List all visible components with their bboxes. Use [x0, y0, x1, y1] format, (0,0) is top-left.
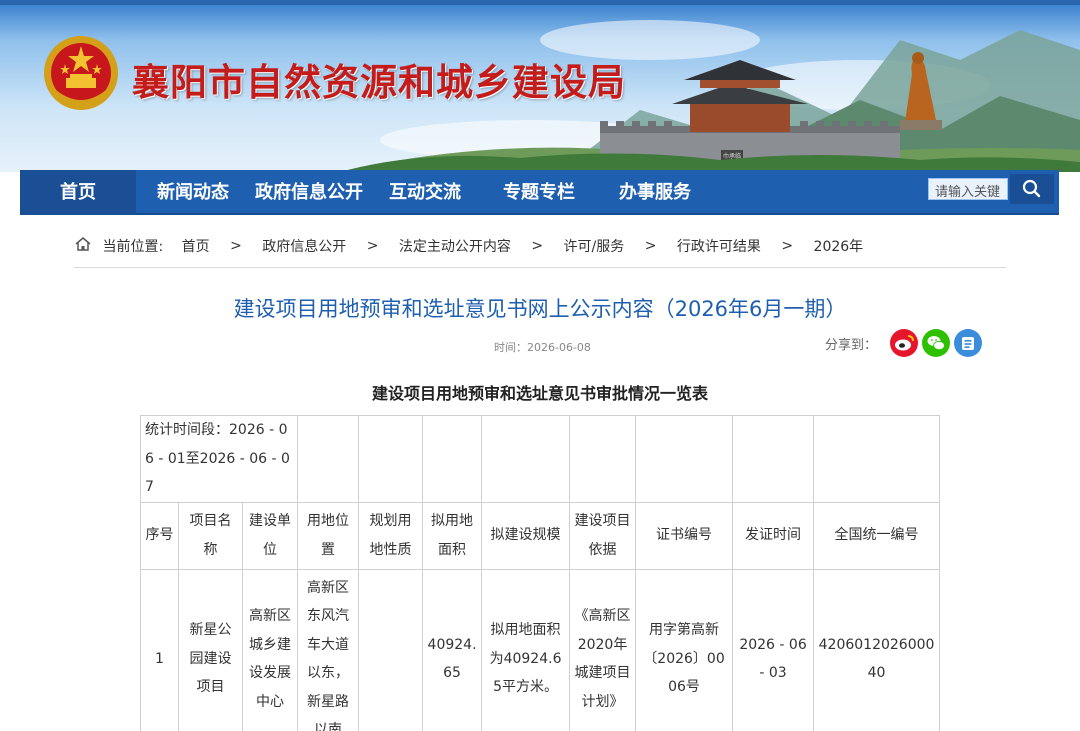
cell-index: 1	[140, 568, 179, 731]
breadcrumb-home[interactable]: 首页	[182, 236, 210, 256]
table-cell	[635, 415, 734, 503]
search-icon	[1022, 179, 1041, 198]
column-header: 项目名称	[178, 501, 243, 570]
table-cell	[358, 415, 424, 503]
breadcrumb: 当前位置: 首页 > 政府信息公开 > 法定主动公开内容 > 许可/服务 > 行…	[74, 236, 863, 260]
column-header: 序号	[140, 501, 179, 570]
cell-location: 高新区东风汽车大道以东，新星路以南	[297, 568, 360, 731]
cell-project-name: 新星公园建设项目	[178, 568, 243, 731]
table-cell	[422, 415, 483, 503]
breadcrumb-divider	[74, 267, 1006, 268]
table-cell	[813, 415, 941, 503]
nav-item-news[interactable]: 新闻动态	[140, 170, 246, 215]
column-header: 全国统一编号	[813, 501, 941, 570]
site-title: 襄阳市自然资源和城乡建设局	[132, 60, 626, 104]
table-header-row: 序号 项目名称 建设单位 用地位置 规划用地性质 拟用地面积 拟建设规模 建设项…	[140, 501, 941, 570]
breadcrumb-permit-results[interactable]: 行政许可结果	[677, 236, 761, 256]
article-time: 时间：2026-06-08	[494, 341, 591, 354]
cell-issue-date: 2026 - 06 - 03	[732, 568, 815, 731]
column-header: 建设项目依据	[569, 501, 637, 570]
nav-item-topics[interactable]: 专题专栏	[486, 170, 592, 215]
breadcrumb-separator: >	[644, 238, 657, 254]
table-cell	[297, 415, 360, 503]
cell-scale: 拟用地面积为40924.65平方米。	[481, 568, 571, 731]
main-nav: 首页 新闻动态 政府信息公开 互动交流 专题专栏 办事服务 请输入关键	[20, 170, 1059, 215]
table-period-row: 统计时间段：2026 - 06 - 01至2026 - 06 - 07	[139, 415, 941, 503]
article-title: 建设项目用地预审和选址意见书网上公示内容（2026年6月一期）	[233, 297, 847, 321]
column-header: 拟用地面积	[422, 501, 483, 570]
table-cell	[481, 415, 571, 503]
cell-area: 40924.65	[422, 568, 483, 731]
statistics-period: 统计时间段：2026 - 06 - 01至2026 - 06 - 07	[139, 415, 299, 503]
cell-basis: 《高新区2020年城建项目计划》	[569, 568, 637, 731]
search-button[interactable]	[1010, 174, 1054, 204]
cell-builder: 高新区城乡建设发展中心	[241, 568, 299, 731]
column-header: 证书编号	[635, 501, 734, 570]
qq-zone-icon[interactable]	[954, 329, 982, 357]
column-header: 发证时间	[732, 501, 815, 570]
table-cell	[732, 415, 815, 503]
nav-item-services[interactable]: 办事服务	[602, 170, 708, 215]
cell-land-use	[358, 568, 424, 731]
breadcrumb-statutory-disclosure[interactable]: 法定主动公开内容	[399, 236, 511, 256]
column-header: 规划用地性质	[358, 501, 424, 570]
cell-certificate-no: 用字第高新〔2026〕0006号	[635, 568, 734, 731]
approval-table: 统计时间段：2026 - 06 - 01至2026 - 06 - 07 序号 项…	[139, 415, 941, 731]
weibo-icon[interactable]	[890, 329, 918, 357]
header-banner: 巾承临 襄阳市自然资源和城乡建设局	[0, 0, 1080, 172]
table-row: 1 新星公园建设项目 高新区城乡建设发展中心 高新区东风汽车大道以东，新星路以南…	[140, 568, 941, 731]
breadcrumb-prefix: 当前位置:	[102, 239, 164, 255]
nav-item-home[interactable]: 首页	[20, 170, 136, 215]
breadcrumb-separator: >	[531, 238, 544, 254]
column-header: 拟建设规模	[481, 501, 571, 570]
share-label: 分享到：	[825, 338, 878, 353]
breadcrumb-gov-info[interactable]: 政府信息公开	[262, 236, 346, 256]
nav-item-interaction[interactable]: 互动交流	[372, 170, 478, 215]
breadcrumb-permit-service[interactable]: 许可/服务	[564, 236, 625, 256]
column-header: 建设单位	[241, 501, 299, 570]
nav-item-gov-info[interactable]: 政府信息公开	[246, 170, 372, 215]
home-icon	[74, 236, 92, 256]
wechat-icon[interactable]	[922, 329, 950, 357]
table-title: 建设项目用地预审和选址意见书审批情况一览表	[371, 384, 708, 403]
breadcrumb-separator: >	[366, 238, 379, 254]
table-cell	[569, 415, 637, 503]
cell-national-code: 420601202600040	[813, 568, 941, 731]
column-header: 用地位置	[297, 501, 360, 570]
search-input[interactable]: 请输入关键	[928, 178, 1008, 200]
national-emblem-icon	[44, 36, 118, 110]
breadcrumb-separator: >	[781, 238, 794, 254]
breadcrumb-year[interactable]: 2026年	[814, 236, 864, 256]
breadcrumb-separator: >	[230, 238, 242, 254]
